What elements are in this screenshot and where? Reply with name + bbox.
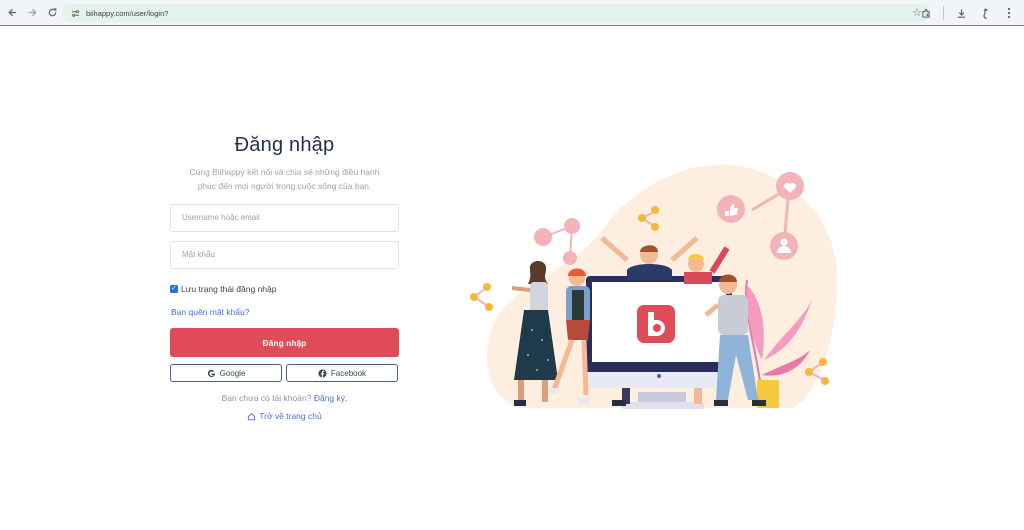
login-button[interactable]: Đăng nhập — [170, 328, 399, 357]
login-header: Đăng nhập Cùng Biihappy kết nối và chia … — [170, 130, 399, 193]
google-login-button[interactable]: Google — [170, 364, 282, 382]
address-bar[interactable]: biihappy.com/user/login? ☆ — [62, 4, 930, 22]
facebook-icon — [318, 368, 327, 378]
signup-link[interactable]: Đăng ký. — [314, 393, 348, 403]
back-icon[interactable] — [3, 4, 21, 22]
reload-icon[interactable] — [43, 4, 61, 22]
signup-prompt: Bạn chưa có tài khoản? Đăng ký. — [170, 393, 399, 403]
username-input[interactable]: Username hoặc email — [170, 204, 399, 232]
home-link-label: Trở về trang chủ — [259, 411, 322, 421]
password-input[interactable]: Mật khẩu — [170, 241, 399, 269]
back-home-link[interactable]: Trở về trang chủ — [170, 411, 399, 421]
facebook-login-button[interactable]: Facebook — [286, 364, 398, 382]
remember-label: Lưu trạng thái đăng nhập — [181, 284, 277, 294]
forward-icon[interactable] — [23, 4, 41, 22]
page-subtitle: Cùng Biihappy kết nối và chia sẻ những đ… — [170, 165, 399, 193]
forgot-password-link[interactable]: Bạn quên mật khẩu? — [171, 307, 249, 317]
url-text: biihappy.com/user/login? — [86, 8, 169, 18]
download-icon[interactable] — [952, 4, 970, 22]
extensions-icon[interactable] — [917, 4, 935, 22]
google-icon — [207, 369, 216, 378]
signup-prompt-text: Bạn chưa có tài khoản? — [221, 393, 312, 403]
browser-toolbar: biihappy.com/user/login? ☆ — [0, 0, 1024, 26]
subtitle-line-1: Cùng Biihappy kết nối và chia sẻ những đ… — [189, 167, 380, 177]
page-title: Đăng nhập — [234, 134, 335, 156]
remember-me[interactable]: ✓ Lưu trạng thái đăng nhập — [170, 284, 277, 294]
facebook-label: Facebook — [330, 368, 367, 378]
remember-checkbox[interactable]: ✓ — [170, 285, 178, 293]
home-icon — [247, 412, 256, 421]
menu-icon[interactable] — [1000, 4, 1018, 22]
subtitle-line-2: phúc đến mọi người trong cuộc sống của b… — [197, 181, 372, 191]
site-settings-icon[interactable] — [70, 8, 80, 18]
google-label: Google — [219, 368, 246, 378]
toolbar-divider — [943, 6, 944, 20]
community-illustration — [470, 164, 838, 409]
profile-icon[interactable] — [976, 4, 994, 22]
